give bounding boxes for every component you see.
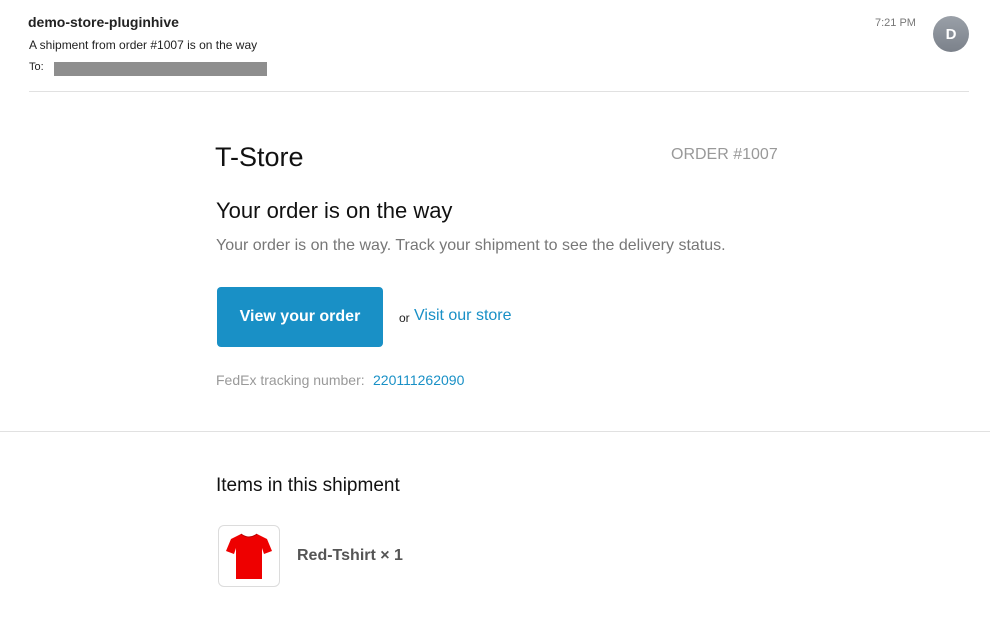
- recipient-redacted: [54, 62, 267, 76]
- tracking-number-link[interactable]: 220111262090: [373, 372, 464, 388]
- email-headline: Your order is on the way: [216, 198, 453, 223]
- header-divider: [29, 91, 969, 92]
- store-name: T-Store: [215, 142, 304, 172]
- order-number: ORDER #1007: [671, 146, 778, 163]
- items-heading: Items in this shipment: [216, 475, 400, 496]
- tshirt-icon: [226, 533, 272, 579]
- email-subject: A shipment from order #1007 is on the wa…: [29, 38, 258, 52]
- item-name: Red-Tshirt × 1: [297, 547, 403, 564]
- section-divider: [0, 431, 990, 432]
- tracking-label: FedEx tracking number:: [216, 372, 365, 388]
- item-thumbnail: [218, 525, 280, 587]
- recipient-label: To:: [29, 61, 44, 73]
- sender-name: demo-store-pluginhive: [28, 14, 179, 30]
- sender-avatar[interactable]: D: [933, 16, 969, 52]
- or-text: or: [399, 311, 410, 325]
- email-header: demo-store-pluginhive A shipment from or…: [0, 0, 990, 92]
- visit-store-link[interactable]: Visit our store: [414, 307, 512, 325]
- shipment-message: Your order is on the way. Track your shi…: [216, 237, 726, 254]
- view-order-button[interactable]: View your order: [217, 287, 383, 347]
- email-timestamp: 7:21 PM: [875, 17, 916, 29]
